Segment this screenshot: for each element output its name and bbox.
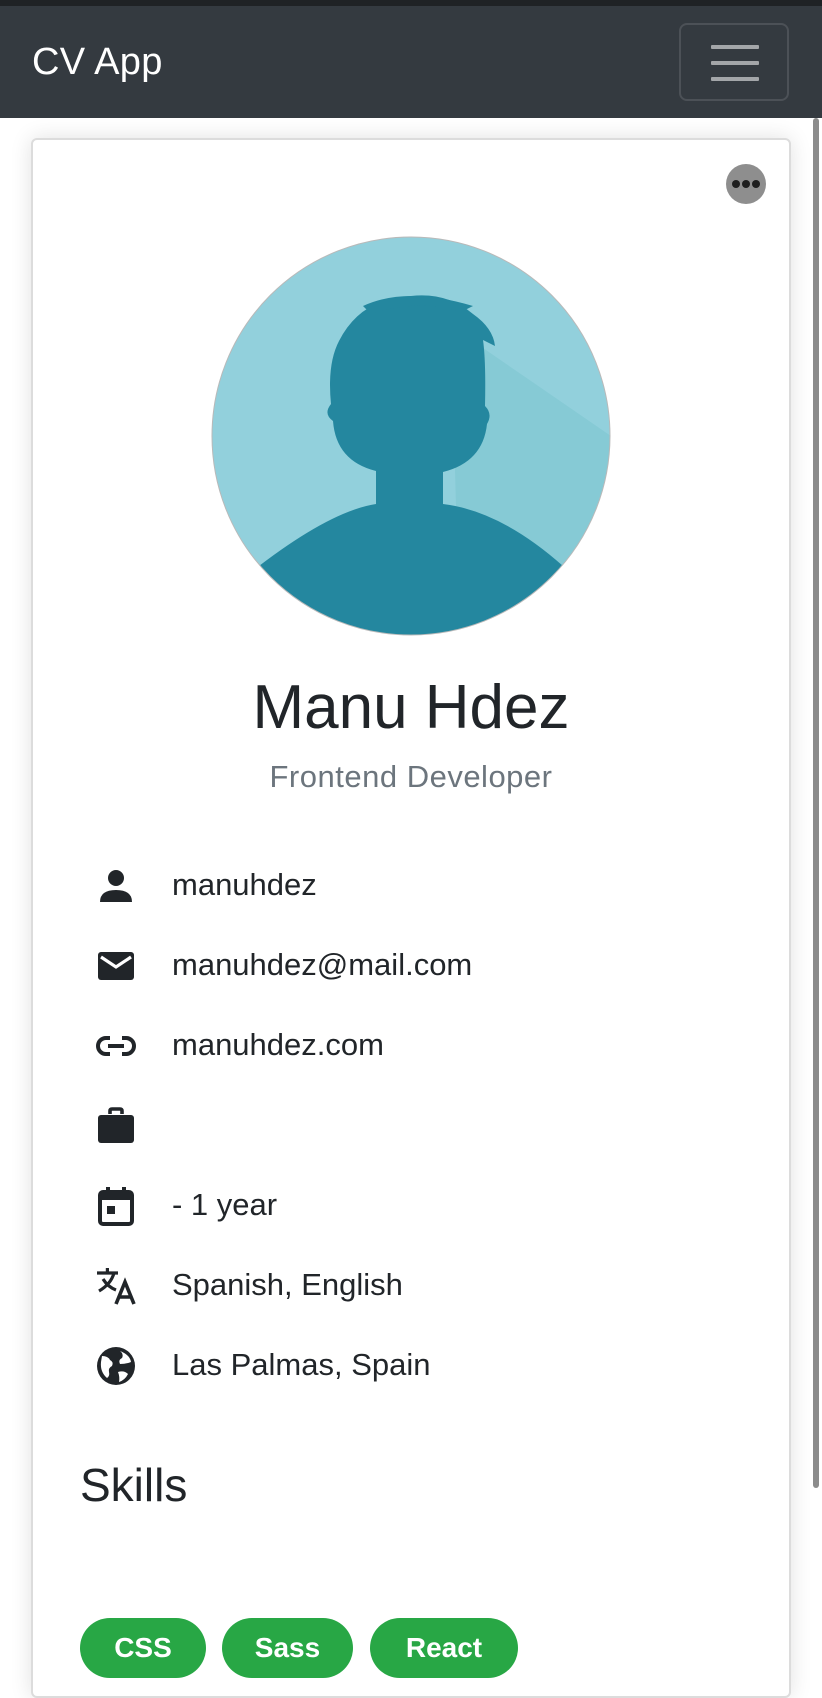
- info-languages: Spanish, English: [80, 1256, 740, 1316]
- more-options-button[interactable]: [726, 164, 766, 204]
- info-username: manuhdez: [80, 856, 740, 916]
- page-scrollbar[interactable]: [813, 118, 819, 1488]
- calendar-icon: [98, 1187, 134, 1226]
- skill-badge[interactable]: Sass: [222, 1618, 353, 1678]
- skills-heading: Skills: [80, 1459, 188, 1511]
- hamburger-icon: [711, 45, 759, 49]
- hamburger-icon-line: [711, 61, 759, 65]
- profile-role: Frontend Developer: [269, 759, 553, 794]
- avatar: [211, 236, 611, 636]
- info-email: manuhdez@mail.com: [80, 936, 740, 996]
- info-location: Las Palmas, Spain: [80, 1336, 740, 1396]
- info-experience: - 1 year: [80, 1176, 740, 1236]
- briefcase-icon: [98, 1107, 134, 1143]
- info-username-text: manuhdez: [172, 867, 317, 902]
- link-icon: [96, 1036, 136, 1056]
- info-languages-text: Spanish, English: [172, 1267, 403, 1302]
- info-website: manuhdez.com: [80, 1016, 740, 1076]
- skill-badge[interactable]: React: [370, 1618, 518, 1678]
- info-experience-text: - 1 year: [172, 1187, 278, 1222]
- email-icon: [98, 952, 134, 980]
- info-work: [80, 1096, 740, 1156]
- hamburger-icon-line: [711, 77, 759, 81]
- info-website-text[interactable]: manuhdez.com: [172, 1025, 384, 1065]
- translate-icon: [97, 1268, 136, 1305]
- navbar-toggler-button[interactable]: [679, 23, 789, 101]
- navbar: CV App: [0, 6, 822, 118]
- person-icon: [100, 870, 132, 902]
- info-location-text: Las Palmas, Spain: [172, 1347, 431, 1382]
- profile-name: Manu Hdez: [252, 673, 570, 742]
- skill-badge[interactable]: CSS: [80, 1618, 206, 1678]
- info-email-text[interactable]: manuhdez@mail.com: [172, 945, 472, 985]
- brand-title[interactable]: CV App: [32, 38, 163, 86]
- globe-icon: [97, 1347, 135, 1385]
